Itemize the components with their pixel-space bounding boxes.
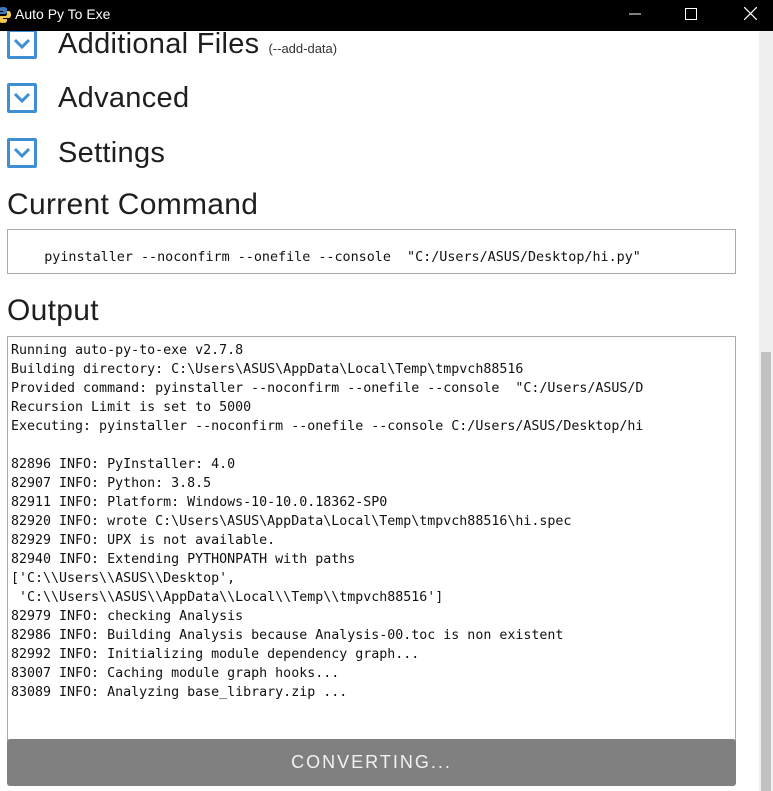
output-line: Recursion Limit is set to 5000: [11, 400, 252, 415]
python-icon: [0, 6, 12, 24]
output-line: 82920 INFO: wrote C:\Users\ASUS\AppData\…: [11, 514, 572, 529]
section-subtitle: (--add-data): [268, 40, 338, 56]
output-line: Running auto-py-to-exe v2.7.8: [11, 343, 244, 358]
maximize-icon: [685, 7, 697, 25]
current-command-text: pyinstaller --noconfirm --onefile --cons…: [44, 250, 641, 265]
output-line: 82992 INFO: Initializing module dependen…: [11, 647, 420, 662]
current-command-heading: Current Command: [7, 188, 259, 221]
output-heading: Output: [7, 294, 99, 327]
minimize-button[interactable]: [612, 0, 658, 31]
chevron-down-icon[interactable]: [7, 138, 37, 168]
section-advanced[interactable]: Advanced: [7, 80, 189, 116]
output-line: 83089 INFO: Analyzing base_library.zip .…: [11, 685, 348, 700]
output-line: 83007 INFO: Caching module graph hooks..…: [11, 666, 340, 681]
vertical-scrollbar[interactable]: [759, 31, 773, 791]
output-line: 82940 INFO: Extending PYTHONPATH with pa…: [11, 552, 356, 567]
chevron-down-icon[interactable]: [7, 83, 37, 113]
output-line: Provided command: pyinstaller --noconfir…: [11, 381, 644, 396]
output-console[interactable]: Running auto-py-to-exe v2.7.8 Building di…: [7, 336, 736, 764]
section-title: Additional Files: [58, 31, 260, 60]
window-title: Auto Py To Exe: [15, 6, 111, 22]
output-line: 82911 INFO: Platform: Windows-10-10.0.18…: [11, 495, 388, 510]
convert-button[interactable]: CONVERTING...: [7, 739, 736, 786]
title-bar: Auto Py To Exe: [0, 0, 773, 31]
output-line: 82929 INFO: UPX is not available.: [11, 533, 276, 548]
vertical-scroll-thumb[interactable]: [761, 352, 771, 791]
close-button[interactable]: [727, 0, 773, 31]
resize-grip-icon[interactable]: [723, 261, 733, 271]
maximize-button[interactable]: [668, 0, 714, 31]
output-line: 'C:\\Users\\ASUS\\AppData\\Local\\Temp\\…: [11, 590, 444, 605]
output-line: Executing: pyinstaller --noconfirm --one…: [11, 419, 644, 434]
output-line: 82896 INFO: PyInstaller: 4.0: [11, 457, 236, 472]
minimize-icon: [629, 7, 641, 25]
main-content: Additional Files (--add-data) Advanced S…: [0, 31, 759, 791]
close-icon: [743, 6, 757, 25]
output-line: ['C:\\Users\\ASUS\\Desktop',: [11, 571, 236, 586]
output-line: 82907 INFO: Python: 3.8.5: [11, 476, 212, 491]
output-line: 82986 INFO: Building Analysis because An…: [11, 628, 564, 643]
section-settings[interactable]: Settings: [7, 135, 165, 171]
section-additional-files[interactable]: Additional Files (--add-data): [7, 31, 337, 62]
section-title: Settings: [58, 136, 166, 169]
current-command-field[interactable]: pyinstaller --noconfirm --onefile --cons…: [7, 229, 736, 274]
output-line: Building directory: C:\Users\ASUS\AppDat…: [11, 362, 524, 377]
output-lines: Running auto-py-to-exe v2.7.8 Building di…: [11, 341, 733, 702]
section-title: Advanced: [58, 81, 190, 114]
output-line: 82979 INFO: checking Analysis: [11, 609, 244, 624]
chevron-down-icon[interactable]: [7, 31, 37, 59]
